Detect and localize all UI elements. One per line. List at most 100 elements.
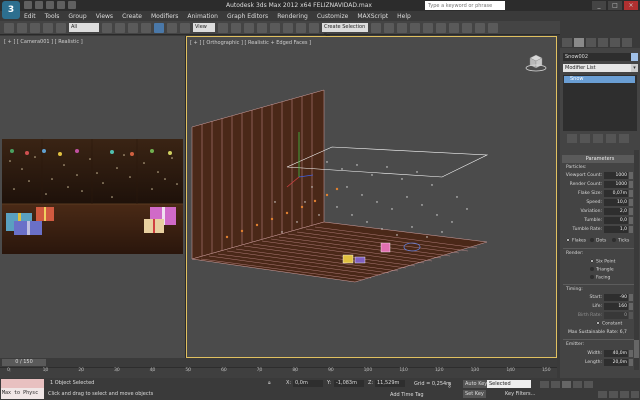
undo-icon[interactable] xyxy=(4,22,14,33)
curve-editor-icon[interactable] xyxy=(423,22,433,33)
time-slider-thumb[interactable]: 0 / 150 xyxy=(2,359,46,366)
y-coordinate-field[interactable]: -1,083m xyxy=(334,380,364,387)
camera-viewport-label[interactable]: [ + ] [ Camera001 ] [ Realistic ] xyxy=(4,39,83,45)
graphite-ribbon-icon[interactable] xyxy=(410,22,420,33)
configure-sets-icon[interactable] xyxy=(619,134,629,143)
minimize-button[interactable]: _ xyxy=(592,1,606,10)
unlink-icon[interactable] xyxy=(43,22,53,33)
life-spinner[interactable]: 160 xyxy=(604,303,628,310)
dots-radio[interactable]: Dots xyxy=(590,238,606,244)
render-production-icon[interactable] xyxy=(488,22,498,33)
schematic-view-icon[interactable] xyxy=(436,22,446,33)
snaps-toggle-icon[interactable] xyxy=(257,22,267,33)
previous-frame-icon[interactable] xyxy=(551,381,560,388)
render-setup-icon[interactable] xyxy=(462,22,472,33)
create-tab-icon[interactable] xyxy=(562,38,572,47)
maxscript-listener-top[interactable] xyxy=(1,379,44,388)
maximize-button[interactable]: □ xyxy=(608,1,622,10)
key-selection-dropdown[interactable]: Selected xyxy=(487,380,531,388)
menu-edit[interactable]: Edit xyxy=(24,13,36,20)
ticks-radio[interactable]: Ticks xyxy=(612,238,629,244)
menu-views[interactable]: Views xyxy=(96,13,113,20)
tumble-rate-spinner[interactable]: 1,0 xyxy=(604,226,628,233)
spinner-arrows-icon[interactable] xyxy=(629,350,633,357)
lock-selection-icon[interactable]: 🔒︎ xyxy=(268,380,271,386)
align-icon[interactable] xyxy=(384,22,394,33)
chevron-down-icon[interactable]: ▾ xyxy=(631,64,638,72)
reference-coord-dropdown[interactable]: View xyxy=(193,23,215,32)
zoom-icon[interactable] xyxy=(598,391,607,398)
menu-graph-editors[interactable]: Graph Editors xyxy=(227,13,268,20)
spinner-arrows-icon[interactable] xyxy=(629,190,633,197)
flake-size-spinner[interactable]: 0,07m xyxy=(604,190,628,197)
go-to-start-icon[interactable] xyxy=(540,381,549,388)
length-spinner[interactable]: 20,0m xyxy=(604,359,628,366)
auto-key-button[interactable]: Auto Key xyxy=(463,380,490,388)
menu-modifiers[interactable]: Modifiers xyxy=(151,13,178,20)
birth-rate-spinner[interactable]: 0 xyxy=(604,312,628,319)
menu-animation[interactable]: Animation xyxy=(187,13,218,20)
width-spinner[interactable]: 40,0m xyxy=(604,350,628,357)
viewcube-icon[interactable] xyxy=(525,50,547,72)
select-manipulate-icon[interactable] xyxy=(231,22,241,33)
remove-modifier-icon[interactable] xyxy=(606,134,616,143)
zoom-all-icon[interactable] xyxy=(609,391,618,398)
menu-create[interactable]: Create xyxy=(122,13,142,20)
spinner-arrows-icon[interactable] xyxy=(629,359,633,366)
redo-icon[interactable] xyxy=(17,22,27,33)
pan-icon[interactable] xyxy=(620,391,629,398)
spinner-arrows-icon[interactable] xyxy=(629,172,633,179)
object-color-swatch[interactable] xyxy=(631,53,638,61)
app-logo-icon[interactable]: 3 xyxy=(2,1,20,19)
facing-radio[interactable]: Facing xyxy=(590,275,610,281)
make-unique-icon[interactable] xyxy=(593,134,603,143)
spinner-arrows-icon[interactable] xyxy=(629,208,633,215)
scrollbar-thumb[interactable] xyxy=(634,340,639,358)
modify-tab-icon[interactable] xyxy=(574,38,584,47)
select-move-icon[interactable] xyxy=(154,22,164,33)
z-coordinate-field[interactable]: 11,529m xyxy=(375,380,405,387)
spinner-arrows-icon[interactable] xyxy=(629,181,633,188)
rendered-frame-window-icon[interactable] xyxy=(475,22,485,33)
start-spinner[interactable]: -90 xyxy=(604,294,628,301)
spinner-arrows-icon[interactable] xyxy=(629,312,633,319)
time-slider[interactable]: 0 / 150 xyxy=(0,358,557,367)
add-time-tag[interactable]: Add Time Tag xyxy=(390,392,424,398)
menu-tools[interactable]: Tools xyxy=(45,13,60,20)
key-filters-button[interactable]: Key Filters... xyxy=(505,391,535,397)
object-name-field[interactable]: Snow002 xyxy=(563,53,631,61)
display-tab-icon[interactable] xyxy=(610,38,620,47)
utilities-tab-icon[interactable] xyxy=(622,38,632,47)
orbit-icon[interactable] xyxy=(631,391,639,398)
angle-snap-icon[interactable] xyxy=(270,22,280,33)
next-frame-icon[interactable] xyxy=(573,381,582,388)
select-object-icon[interactable] xyxy=(102,22,112,33)
menu-group[interactable]: Group xyxy=(68,13,86,20)
select-by-name-icon[interactable] xyxy=(115,22,125,33)
maxscript-text[interactable]: Max to Physc xyxy=(2,390,38,396)
link-icon[interactable] xyxy=(30,22,40,33)
spinner-arrows-icon[interactable] xyxy=(629,226,633,233)
constant-checkbox[interactable]: Constant xyxy=(596,321,622,327)
variation-spinner[interactable]: 2,0 xyxy=(604,208,628,215)
select-scale-icon[interactable] xyxy=(180,22,190,33)
modifier-list-dropdown[interactable]: Modifier List xyxy=(563,64,631,72)
spinner-snap-icon[interactable] xyxy=(296,22,306,33)
flakes-radio[interactable]: Flakes xyxy=(566,238,586,244)
undo-icon[interactable] xyxy=(57,1,65,9)
motion-tab-icon[interactable] xyxy=(598,38,608,47)
named-selection-dropdown[interactable]: Create Selection Se xyxy=(322,23,368,39)
percent-snap-icon[interactable] xyxy=(283,22,293,33)
material-editor-icon[interactable] xyxy=(449,22,459,33)
menu-customize[interactable]: Customize xyxy=(317,13,349,20)
redo-icon[interactable] xyxy=(68,1,76,9)
close-button[interactable]: × xyxy=(624,1,638,10)
play-icon[interactable] xyxy=(562,381,571,388)
mirror-icon[interactable] xyxy=(371,22,381,33)
menu-help[interactable]: Help xyxy=(397,13,411,20)
six-point-radio[interactable]: Six Point xyxy=(590,259,615,265)
show-end-result-icon[interactable] xyxy=(580,134,590,143)
command-panel-scrollbar[interactable] xyxy=(634,150,639,370)
go-to-end-icon[interactable] xyxy=(584,381,593,388)
keyboard-shortcut-icon[interactable] xyxy=(244,22,254,33)
